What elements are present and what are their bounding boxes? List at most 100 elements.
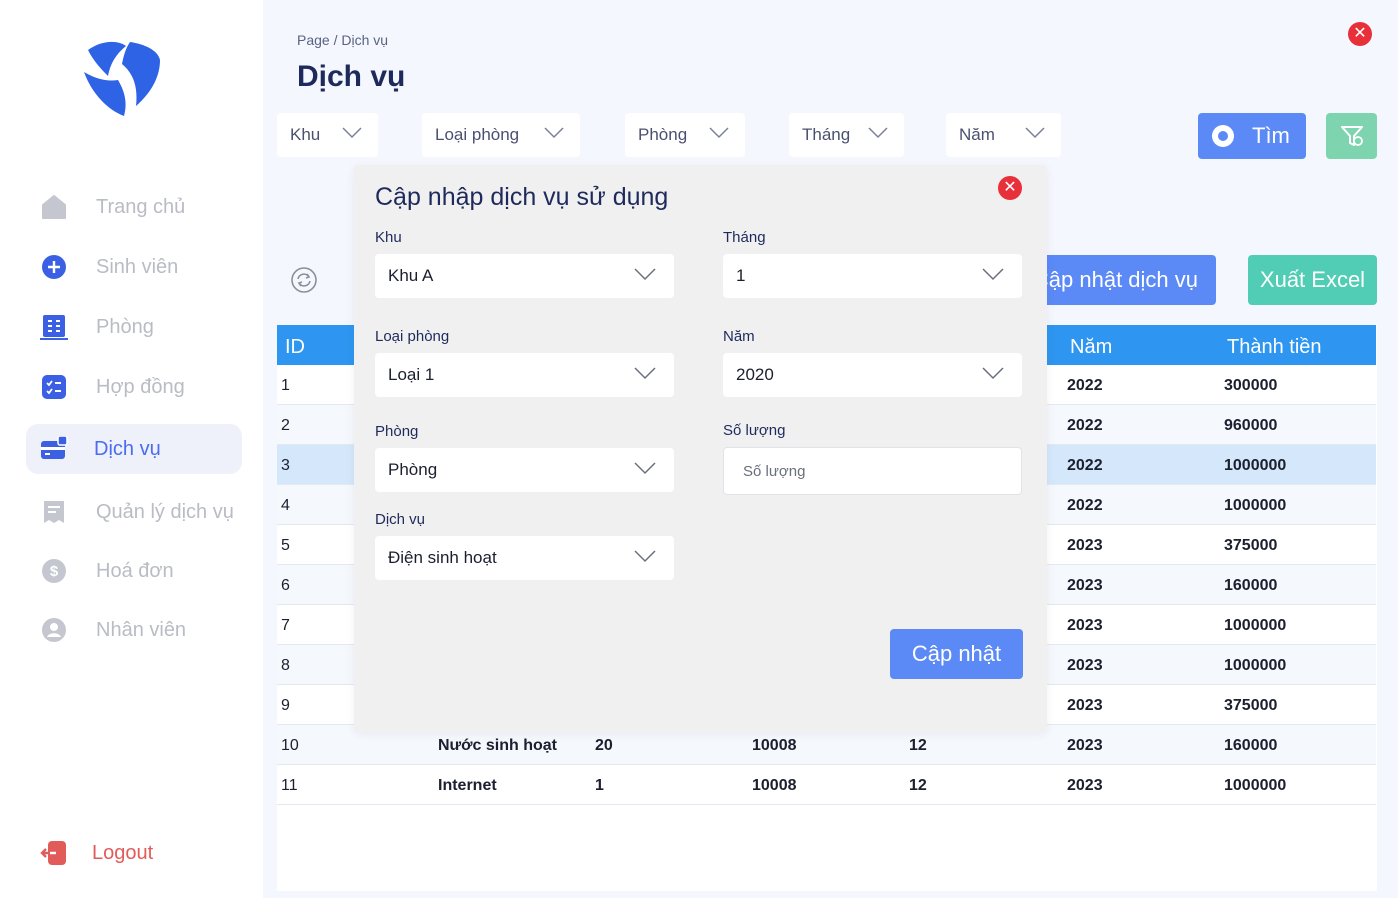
save-button-label: Cập nhật: [911, 641, 1002, 666]
cell-id: 5: [281, 537, 290, 554]
cell-amount: 375000: [1224, 697, 1278, 714]
checklist-icon: [40, 373, 68, 401]
building-icon: [40, 313, 68, 341]
refresh-icon[interactable]: [290, 266, 318, 294]
cell-room: 10008: [752, 777, 797, 794]
chevron-down-icon: [1025, 127, 1045, 139]
cell-month: 12: [909, 737, 927, 754]
cell-id: 4: [281, 497, 290, 514]
cell-year: 2023: [1067, 697, 1103, 714]
sidebar: Trang chủ Sinh viên Phòng Hợp đồng Dịch …: [0, 0, 263, 898]
chevron-down-icon: [982, 268, 1004, 281]
update-service-label: Cập nhật dịch vụ: [1032, 267, 1198, 292]
save-button[interactable]: Cập nhật: [890, 629, 1023, 679]
filter-phong-label: Phòng: [638, 125, 688, 144]
chevron-down-icon: [634, 367, 656, 380]
sidebar-item-label: Phòng: [96, 315, 154, 338]
cell-id: 6: [281, 577, 290, 594]
logout-icon: [40, 839, 68, 867]
chevron-down-icon: [634, 550, 656, 563]
cell-year: 2022: [1067, 377, 1103, 394]
logout-button[interactable]: Logout: [26, 828, 242, 878]
column-header-id[interactable]: ID: [285, 336, 305, 359]
cell-id: 10: [281, 737, 299, 754]
svg-text:$: $: [50, 563, 59, 580]
filter-nam-label: Năm: [959, 125, 995, 144]
modal-close-button[interactable]: ✕: [998, 176, 1022, 200]
cell-room: 10008: [752, 737, 797, 754]
close-app-button[interactable]: ✕: [1348, 22, 1372, 46]
cell-amount: 375000: [1224, 537, 1278, 554]
cell-amount: 1000000: [1224, 497, 1287, 514]
cell-id: 7: [281, 617, 290, 634]
search-icon: [1212, 125, 1234, 147]
find-button[interactable]: Tìm: [1198, 113, 1306, 159]
column-header-amount[interactable]: Thành tiền: [1227, 336, 1322, 359]
cell-service: Internet: [438, 777, 497, 794]
filter-thang-label: Tháng: [802, 125, 851, 144]
chevron-down-icon: [634, 268, 656, 281]
cell-id: 2: [281, 417, 290, 434]
clear-filter-button[interactable]: [1326, 113, 1377, 159]
filter-khu[interactable]: Khu: [277, 113, 378, 157]
so-luong-label: Số lượng: [723, 422, 786, 439]
dich-vu-select-value: Điện sinh hoạt: [388, 548, 497, 567]
close-icon: ✕: [1353, 25, 1367, 42]
sidebar-item-contracts[interactable]: Hợp đồng: [26, 362, 242, 412]
phong-select-value: Phòng: [388, 460, 438, 479]
filter-khu-label: Khu: [290, 125, 321, 144]
chevron-down-icon: [868, 127, 888, 139]
cell-month: 12: [909, 777, 927, 794]
loai-phong-select[interactable]: Loại 1: [375, 353, 674, 397]
sidebar-item-staff[interactable]: Nhân viên: [26, 605, 242, 655]
filter-thang[interactable]: Tháng: [789, 113, 904, 157]
sidebar-item-rooms[interactable]: Phòng: [26, 302, 242, 352]
dich-vu-select[interactable]: Điện sinh hoạt: [375, 536, 674, 580]
sidebar-item-home[interactable]: Trang chủ: [26, 182, 242, 232]
cell-id: 3: [281, 457, 290, 474]
sidebar-item-students[interactable]: Sinh viên: [26, 242, 242, 292]
phong-label: Phòng: [375, 423, 419, 440]
sidebar-item-label: Nhân viên: [96, 618, 187, 641]
cell-amount: 1000000: [1224, 617, 1287, 634]
column-header-year[interactable]: Năm: [1070, 336, 1112, 359]
filter-loai-phong[interactable]: Loại phòng: [422, 113, 580, 157]
sidebar-item-label: Hợp đồng: [96, 375, 185, 398]
cell-amount: 1000000: [1224, 657, 1287, 674]
loai-phong-select-value: Loại 1: [388, 365, 435, 384]
cell-year: 2023: [1067, 737, 1103, 754]
plus-circle-icon: [40, 253, 68, 281]
cell-year: 2022: [1067, 497, 1103, 514]
chevron-down-icon: [709, 127, 729, 139]
sidebar-item-label: Hoá đơn: [96, 559, 174, 582]
cell-year: 2022: [1067, 417, 1103, 434]
breadcrumb: Page / Dịch vụ: [297, 32, 389, 48]
thang-label: Tháng: [723, 229, 766, 246]
filter-loai-phong-label: Loại phòng: [435, 125, 520, 144]
sidebar-item-service-management[interactable]: Quản lý dịch vụ: [26, 487, 242, 537]
so-luong-input[interactable]: [723, 447, 1022, 495]
khu-select[interactable]: Khu A: [375, 254, 674, 298]
cell-id: 8: [281, 657, 290, 674]
nam-select-value: 2020: [736, 365, 774, 384]
home-icon: [40, 193, 68, 221]
khu-label: Khu: [375, 229, 402, 246]
phong-select[interactable]: Phòng: [375, 448, 674, 492]
filter-nam[interactable]: Năm: [946, 113, 1061, 157]
dollar-icon: $: [40, 557, 68, 585]
sidebar-item-services[interactable]: Dịch vụ: [26, 424, 242, 474]
sidebar-item-label: Sinh viên: [96, 255, 179, 278]
cell-id: 1: [281, 377, 290, 394]
table-row[interactable]: 11 Internet 1 10008 12 2023 1000000: [277, 765, 1376, 805]
logout-label: Logout: [92, 841, 154, 864]
service-card-icon: [40, 435, 68, 463]
filter-phong[interactable]: Phòng: [625, 113, 745, 157]
cell-year: 2023: [1067, 657, 1103, 674]
export-excel-button[interactable]: Xuất Excel: [1248, 255, 1377, 305]
thang-select[interactable]: 1: [723, 254, 1022, 298]
khu-select-value: Khu A: [388, 266, 434, 285]
sidebar-item-invoices[interactable]: $ Hoá đơn: [26, 546, 242, 596]
cell-quantity: 20: [595, 737, 613, 754]
sidebar-item-label: Quản lý dịch vụ: [96, 500, 234, 523]
nam-select[interactable]: 2020: [723, 353, 1022, 397]
